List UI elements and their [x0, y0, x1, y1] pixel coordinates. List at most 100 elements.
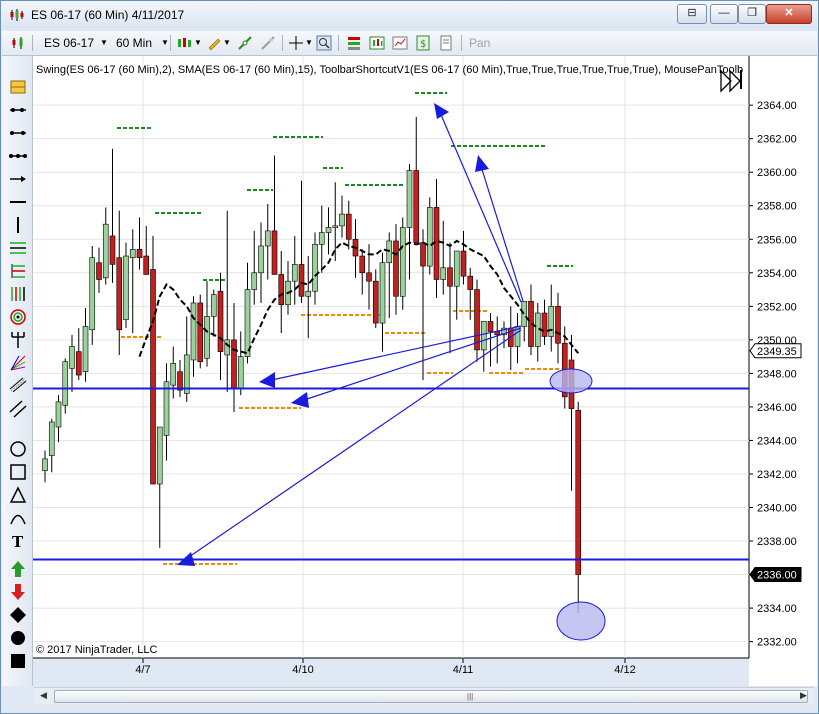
text-icon[interactable]: T	[9, 532, 27, 550]
candle-down	[197, 302, 204, 362]
ellipse-icon[interactable]	[9, 440, 27, 458]
price-marker-label: 2336.00	[757, 570, 797, 582]
candle-down	[372, 280, 379, 324]
drawing-tool-pencil-icon[interactable]	[206, 35, 222, 51]
data-series-icon[interactable]	[10, 35, 26, 51]
candle-down	[474, 289, 480, 351]
candle-up	[204, 316, 210, 359]
candle-up	[312, 243, 318, 292]
candle-up	[258, 245, 264, 274]
stay-in-draw-mode-icon[interactable]	[260, 35, 276, 51]
time-tick-label: 4/7	[135, 664, 150, 676]
price-tick-label: 2354.00	[757, 268, 797, 280]
price-tick-label: 2334.00	[757, 603, 797, 615]
pan-button[interactable]: Pan	[469, 34, 490, 52]
candle-up	[129, 249, 136, 259]
chart-template-icon[interactable]	[392, 35, 408, 51]
title-bar[interactable]: ES 06-17 (60 Min) 4/11/2017 ⊟ — ❐ ✕	[1, 1, 818, 29]
candle-down	[366, 272, 372, 282]
price-tick-label: 2344.00	[757, 435, 797, 447]
horizontal-scrollbar[interactable]: ◀ ||| ▶	[34, 687, 814, 704]
candle-up	[123, 255, 129, 321]
properties-icon[interactable]	[438, 35, 454, 51]
candle-down	[345, 213, 352, 240]
ray-line-icon[interactable]	[9, 101, 27, 119]
segment-line-icon[interactable]	[9, 147, 27, 165]
crosshair-icon[interactable]	[288, 35, 304, 51]
candle-down	[143, 255, 150, 275]
candle-down	[116, 257, 123, 331]
indicators-icon[interactable]	[346, 35, 362, 51]
regression-channel-icon[interactable]	[9, 377, 27, 395]
scroll-left-icon[interactable]: ◀	[40, 690, 47, 701]
crosshair-chevron-down-icon[interactable]: ▼	[305, 34, 313, 52]
arrow-line-icon[interactable]	[9, 170, 27, 188]
price-tick-label: 2362.00	[757, 134, 797, 146]
rectangle-icon[interactable]	[9, 463, 27, 481]
time-tick-label: 4/11	[453, 664, 474, 676]
candle-up	[48, 421, 55, 456]
diamond-icon[interactable]	[9, 606, 27, 624]
candle-down	[136, 249, 143, 259]
candle-up	[325, 227, 332, 233]
scroll-right-icon[interactable]: ▶	[800, 690, 807, 701]
horizontal-line-icon[interactable]	[9, 193, 27, 211]
price-marker-label: 2349.35	[757, 346, 797, 358]
triangle-icon[interactable]	[9, 486, 27, 504]
bar-icon[interactable]	[9, 78, 27, 96]
instrument-chevron-down-icon[interactable]: ▼	[100, 34, 108, 52]
arrow-down-icon[interactable]	[9, 583, 27, 601]
chart-plot-area[interactable]	[33, 56, 749, 658]
chart-style-chevron-down-icon[interactable]: ▼	[194, 34, 202, 52]
candle-up	[170, 363, 177, 386]
candle-down	[109, 235, 116, 265]
extended-line-icon[interactable]	[9, 124, 27, 142]
candle-up	[244, 289, 251, 357]
arrow-up-icon[interactable]	[9, 560, 27, 578]
fib-icon[interactable]	[9, 239, 27, 257]
candle-up	[426, 207, 433, 267]
drawing-tool-chevron-down-icon[interactable]: ▼	[223, 34, 231, 52]
candle-down	[413, 170, 420, 243]
gann-fan-icon[interactable]	[9, 354, 27, 372]
svg-text:T: T	[12, 533, 24, 550]
trend-channel-icon[interactable]	[9, 400, 27, 418]
snap-mode-icon[interactable]	[237, 35, 253, 51]
vertical-line-icon[interactable]	[9, 216, 27, 234]
candle-up	[251, 272, 258, 290]
chart-style-icon[interactable]	[177, 35, 193, 51]
price-tick-label: 2348.00	[757, 368, 797, 380]
strategies-icon[interactable]	[369, 35, 385, 51]
price-chart[interactable]: 2364.00 2362.00 2360.00 2358.00 2356.00 2354.…	[33, 56, 817, 686]
close-button[interactable]: ✕	[766, 4, 812, 24]
arc-icon[interactable]	[9, 509, 27, 527]
candle-down	[447, 267, 453, 287]
zoom-icon[interactable]	[316, 35, 332, 51]
candle-up	[102, 223, 109, 279]
price-tick-label: 2332.00	[757, 637, 797, 649]
toolbar-separator	[338, 35, 339, 51]
candle-down	[231, 339, 237, 389]
candle-down	[150, 269, 156, 485]
fib-time-icon[interactable]	[9, 285, 27, 303]
fib-extension-icon[interactable]	[9, 262, 27, 280]
extra-window-button[interactable]: ⊟	[677, 4, 707, 24]
instrument-selector[interactable]: ES 06-17	[44, 34, 94, 52]
toolbar-separator	[461, 35, 462, 51]
scrollbar-thumb[interactable]: |||	[54, 690, 808, 703]
minimize-button[interactable]: —	[710, 4, 738, 24]
interval-chevron-down-icon[interactable]: ▼	[161, 34, 169, 52]
andrews-pitchfork-icon[interactable]	[9, 331, 27, 349]
price-tick-label: 2364.00	[757, 100, 797, 112]
restore-button[interactable]: ❐	[738, 4, 766, 24]
candle-up	[89, 257, 96, 331]
chart-trader-icon[interactable]: $	[415, 35, 431, 51]
time-tick-label: 4/12	[614, 664, 635, 676]
candle-down	[359, 255, 366, 274]
candle-down	[393, 240, 399, 297]
fib-circle-icon[interactable]	[9, 308, 27, 326]
interval-selector[interactable]: 60 Min	[116, 34, 152, 52]
dot-icon[interactable]	[9, 629, 27, 647]
square-icon[interactable]	[9, 652, 27, 670]
price-tick-label: 2356.00	[757, 234, 797, 246]
